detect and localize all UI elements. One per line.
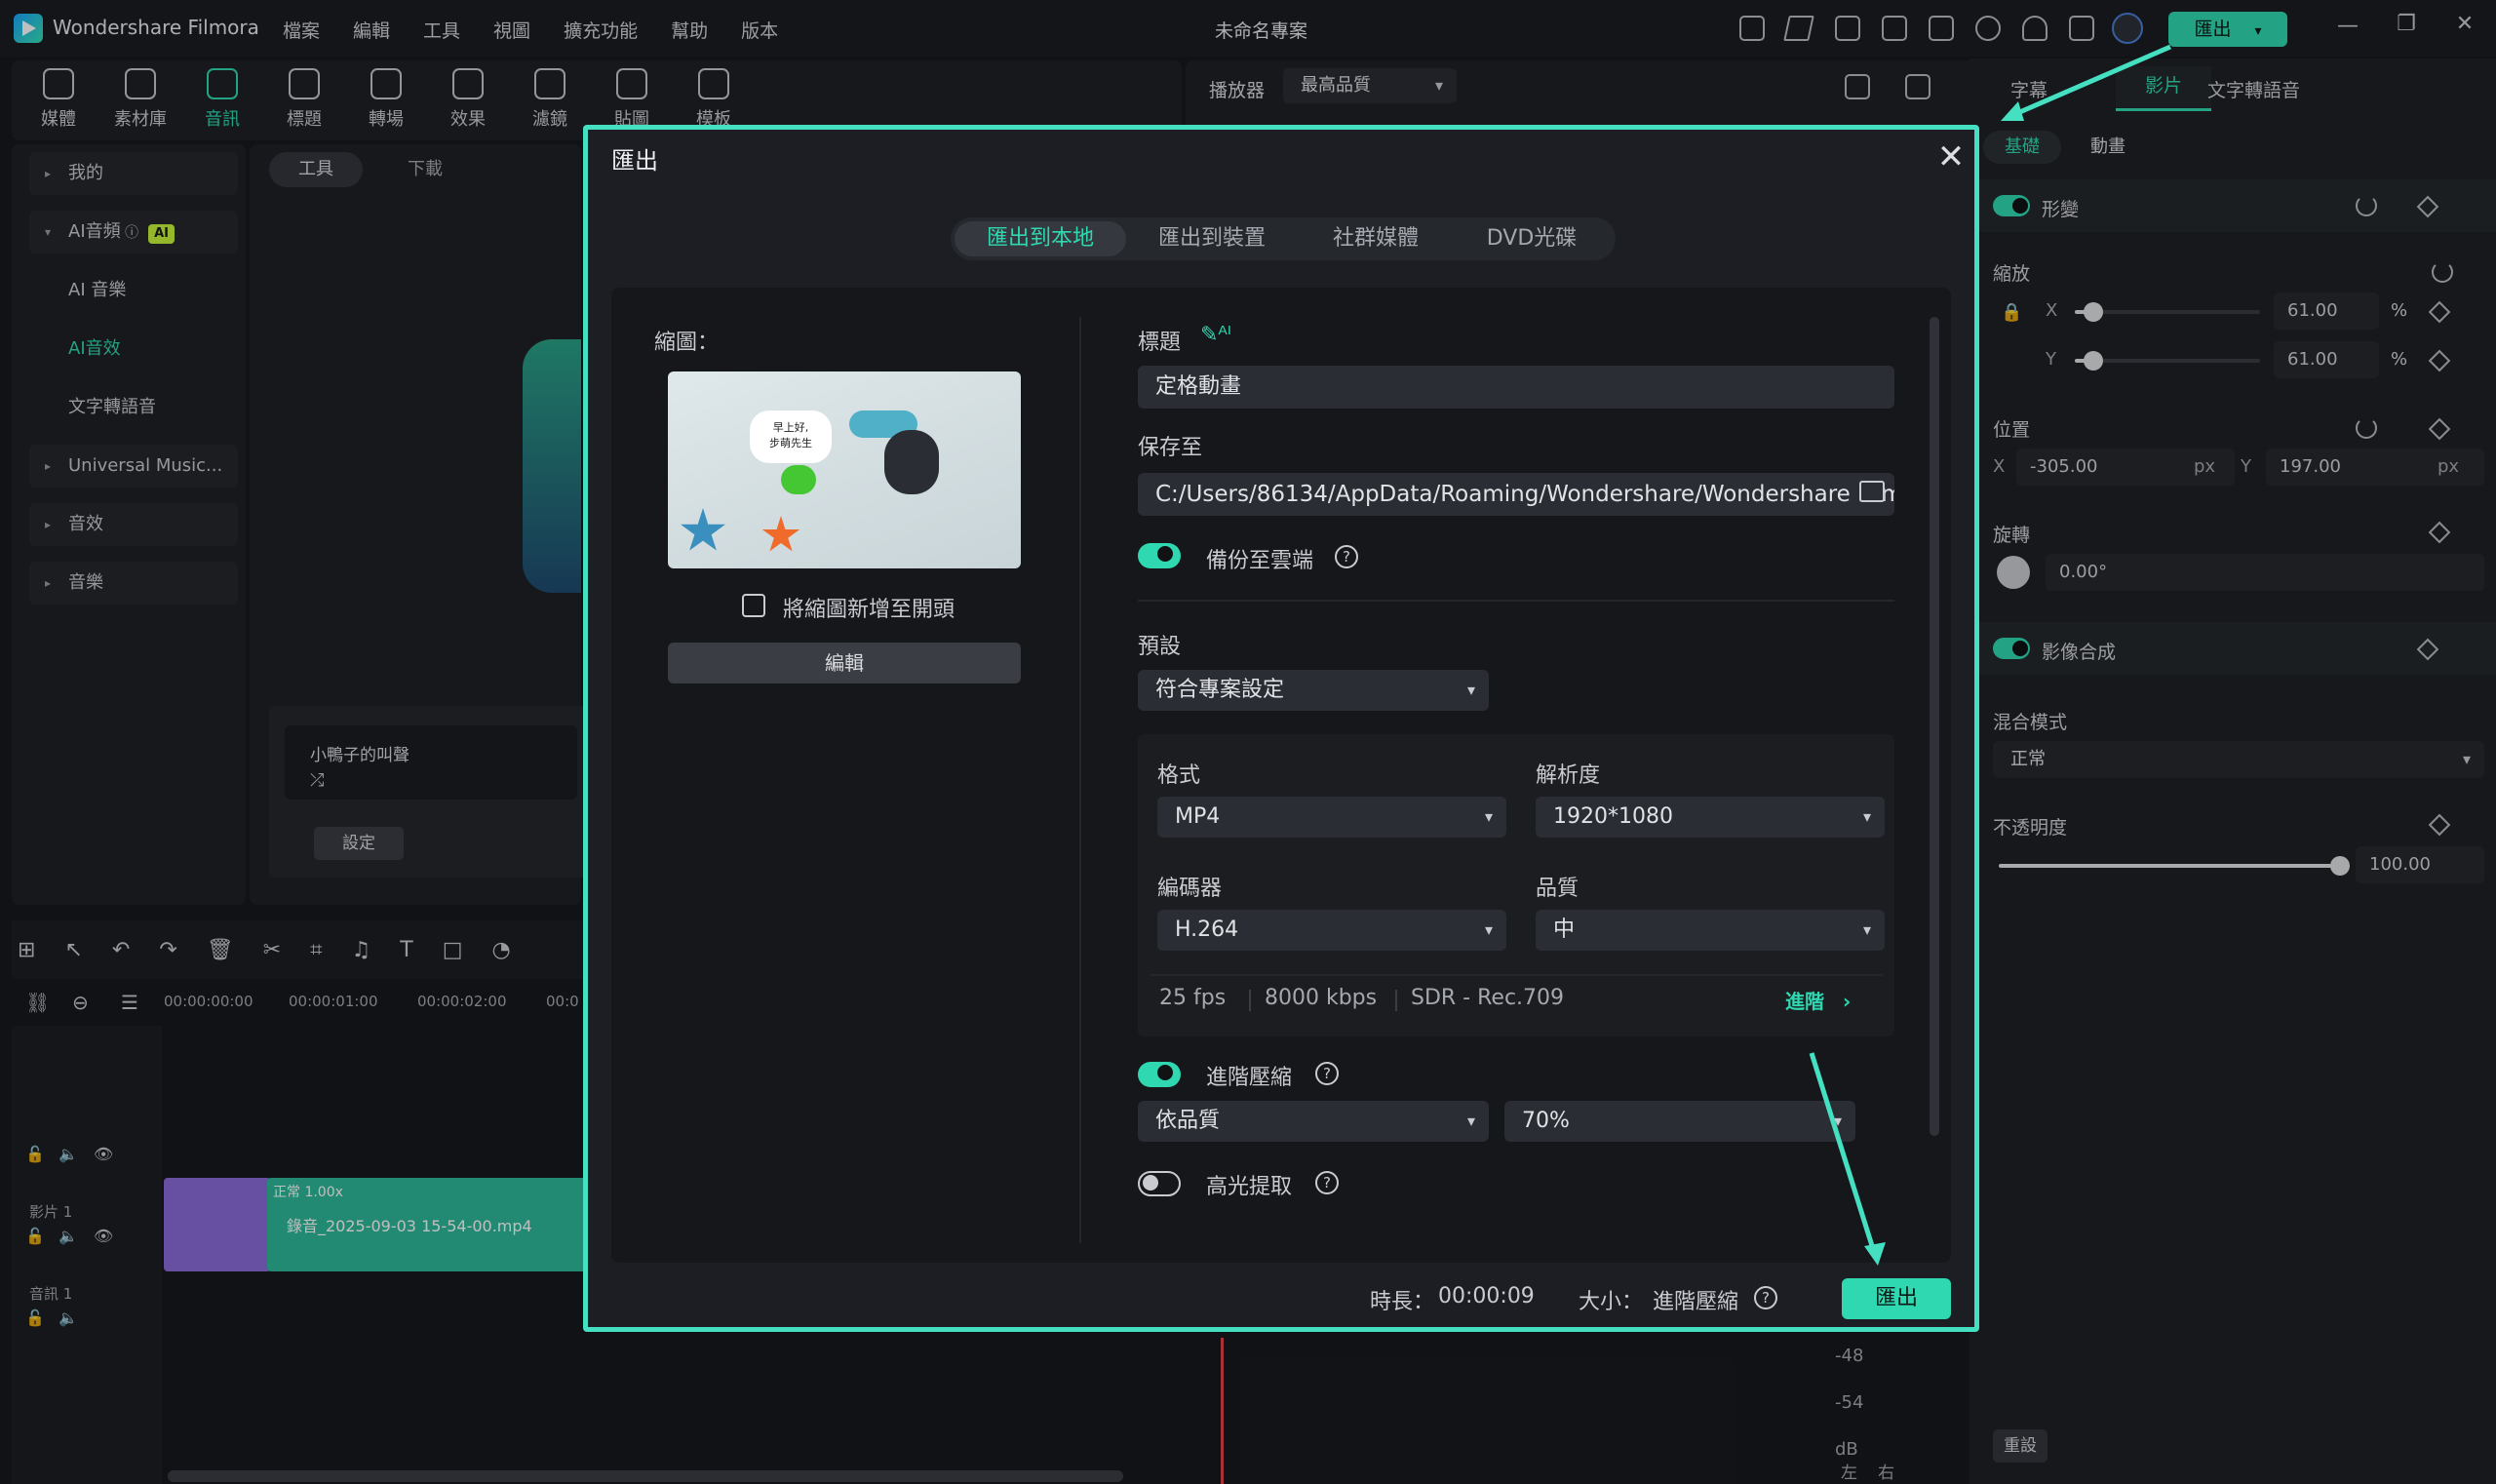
- annotation-arrows: [1809, 44, 2171, 1266]
- annotation-arrow-top: [2008, 44, 2171, 120]
- annotation-arrowhead-bottom: [1864, 1242, 1886, 1266]
- annotation-arrowhead-top: [2001, 101, 2024, 121]
- annotation-arrow-bottom: [1809, 1052, 1877, 1253]
